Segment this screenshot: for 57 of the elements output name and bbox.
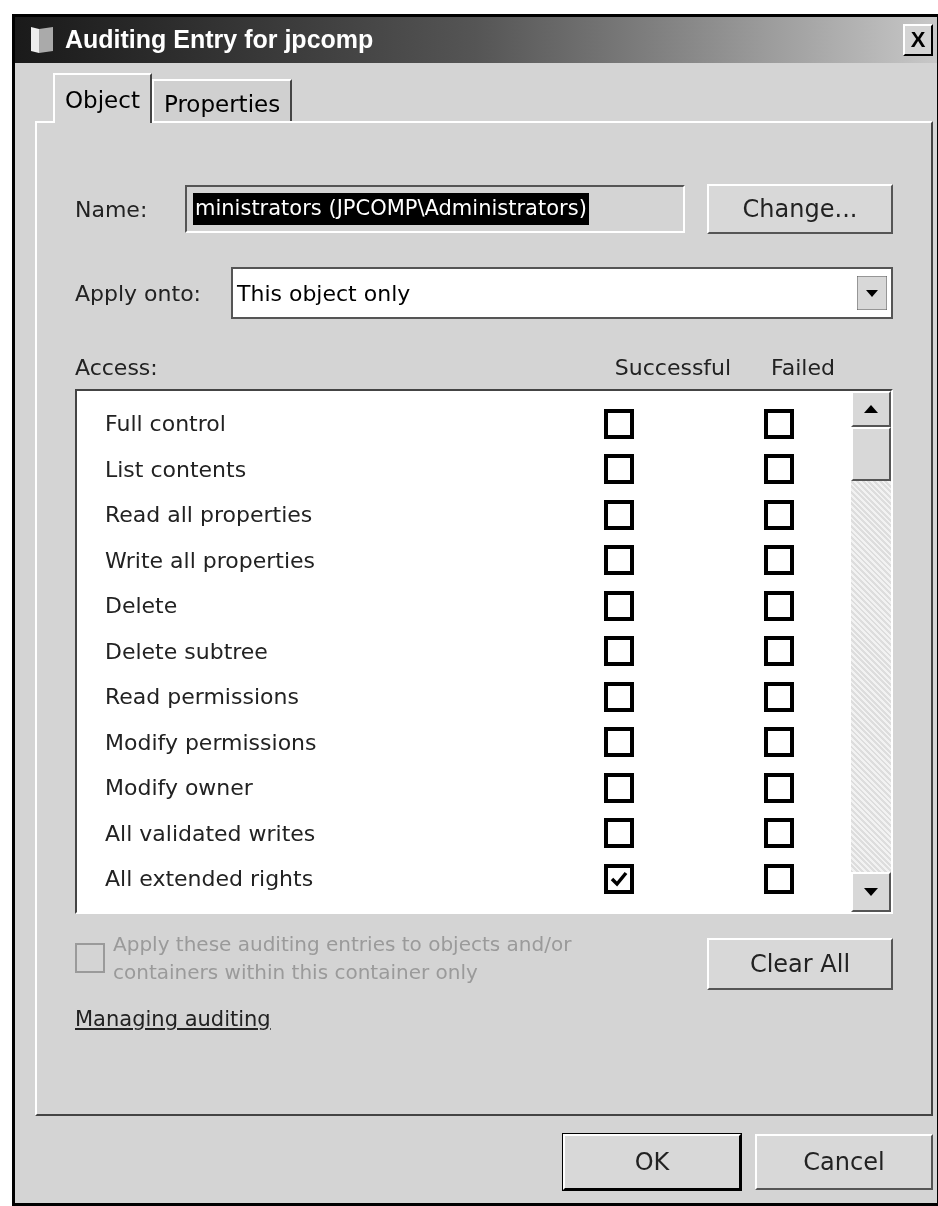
permission-label: All validated writes [104, 819, 317, 848]
apply-onto-label: Apply onto: [75, 279, 202, 308]
checkbox[interactable] [604, 590, 634, 621]
checkbox[interactable] [604, 681, 634, 712]
checkbox[interactable] [604, 636, 634, 667]
permission-label: Full control [104, 410, 227, 439]
dropdown-arrow-icon [857, 276, 887, 310]
column-header: Failed [770, 353, 836, 382]
window-title: Auditing Entry for jpcomp [65, 24, 374, 56]
checkbox[interactable] [764, 681, 794, 712]
permission-label: Write all properties [104, 546, 317, 575]
scroll-up-icon [864, 405, 878, 413]
permission-label: All extended rights [104, 865, 315, 894]
access-label: Access: [75, 353, 159, 382]
scrollbar[interactable] [851, 391, 891, 912]
managing-auditing-link[interactable]: Managing auditing [75, 1004, 271, 1036]
checkmark-icon [610, 870, 628, 887]
checkbox[interactable] [764, 454, 794, 485]
checkbox[interactable] [764, 772, 794, 803]
checkbox[interactable] [764, 545, 794, 576]
permission-label: List contents [104, 455, 248, 484]
checkbox[interactable] [764, 818, 794, 849]
dialog-button[interactable]: Change... [707, 184, 893, 234]
apply-children-label: Apply these auditing entries to objects and/or containers within this container only [113, 931, 573, 986]
checkbox[interactable] [604, 863, 634, 894]
permission-label: Read permissions [104, 683, 300, 712]
checkbox[interactable] [764, 499, 794, 530]
checkbox[interactable] [604, 454, 634, 485]
checkbox[interactable] [764, 408, 794, 439]
checkbox[interactable] [764, 636, 794, 667]
name-field[interactable]: ministrators (JPCOMP\Administrators) [185, 185, 685, 233]
dialog-button[interactable]: OK [563, 1134, 741, 1190]
permission-label: Delete subtree [104, 637, 269, 666]
name-label: Name: [75, 195, 149, 224]
column-header: Successful [613, 353, 733, 382]
tab[interactable]: Object [53, 73, 152, 123]
checkbox[interactable] [764, 863, 794, 894]
apply-onto-dropdown[interactable]: This object only [231, 267, 893, 319]
tab[interactable]: Properties [151, 79, 293, 121]
checkbox[interactable] [764, 727, 794, 758]
checkbox[interactable] [604, 545, 634, 576]
checkbox[interactable] [604, 499, 634, 530]
permission-label: Read all properties [104, 501, 314, 530]
permission-label: Modify permissions [104, 728, 318, 757]
dialog-button[interactable]: Cancel [755, 1134, 933, 1190]
dialog-button[interactable]: Clear All [707, 938, 893, 990]
checkbox[interactable] [604, 772, 634, 803]
checkbox[interactable] [604, 408, 634, 439]
checkbox[interactable] [764, 590, 794, 621]
permission-label: Delete [104, 592, 179, 621]
close-button[interactable]: X [903, 24, 933, 56]
folder-icon [29, 25, 55, 55]
checkbox[interactable] [604, 818, 634, 849]
scroll-thumb[interactable] [851, 427, 891, 481]
scroll-down-icon [864, 888, 878, 896]
permission-label: Modify owner [104, 774, 254, 803]
checkbox[interactable] [604, 727, 634, 758]
